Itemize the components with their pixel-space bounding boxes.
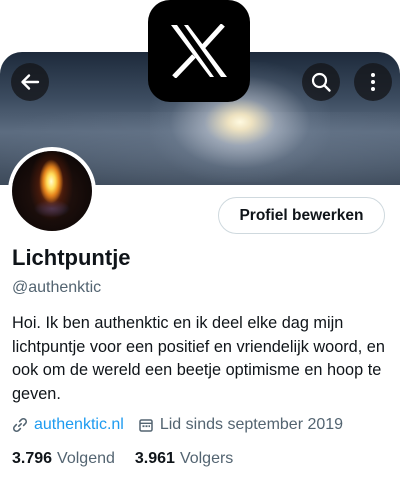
profile-handle: @authenktic [12, 279, 102, 296]
following-count[interactable]: 3.796 [12, 450, 52, 468]
followers-count[interactable]: 3.961 [135, 450, 175, 468]
edit-profile-button[interactable]: Profiel bewerken [218, 197, 385, 234]
more-button[interactable] [354, 63, 392, 101]
calendar-icon [138, 417, 154, 433]
avatar-image [12, 151, 92, 231]
profile-name: Lichtpuntje [12, 245, 131, 270]
profile-meta: authenktic.nl Lid sinds september 2019 [12, 414, 343, 436]
link-icon [12, 417, 28, 433]
following-label[interactable]: Volgend [57, 450, 115, 468]
search-icon [311, 72, 331, 92]
avatar[interactable] [8, 147, 96, 235]
website-link[interactable]: authenktic.nl [34, 416, 124, 434]
followers-label[interactable]: Volgers [180, 450, 233, 468]
joined-date: Lid sinds september 2019 [159, 416, 344, 433]
search-button[interactable] [302, 63, 340, 101]
back-button[interactable] [11, 63, 49, 101]
follow-stats: 3.796 Volgend 3.961 Volgers [12, 448, 233, 470]
more-vertical-icon [371, 73, 375, 91]
profile-bio: Hoi. Ik ben authenktic en ik deel elke d… [12, 314, 385, 403]
arrow-left-icon [21, 74, 40, 90]
x-logo-icon [148, 0, 250, 102]
